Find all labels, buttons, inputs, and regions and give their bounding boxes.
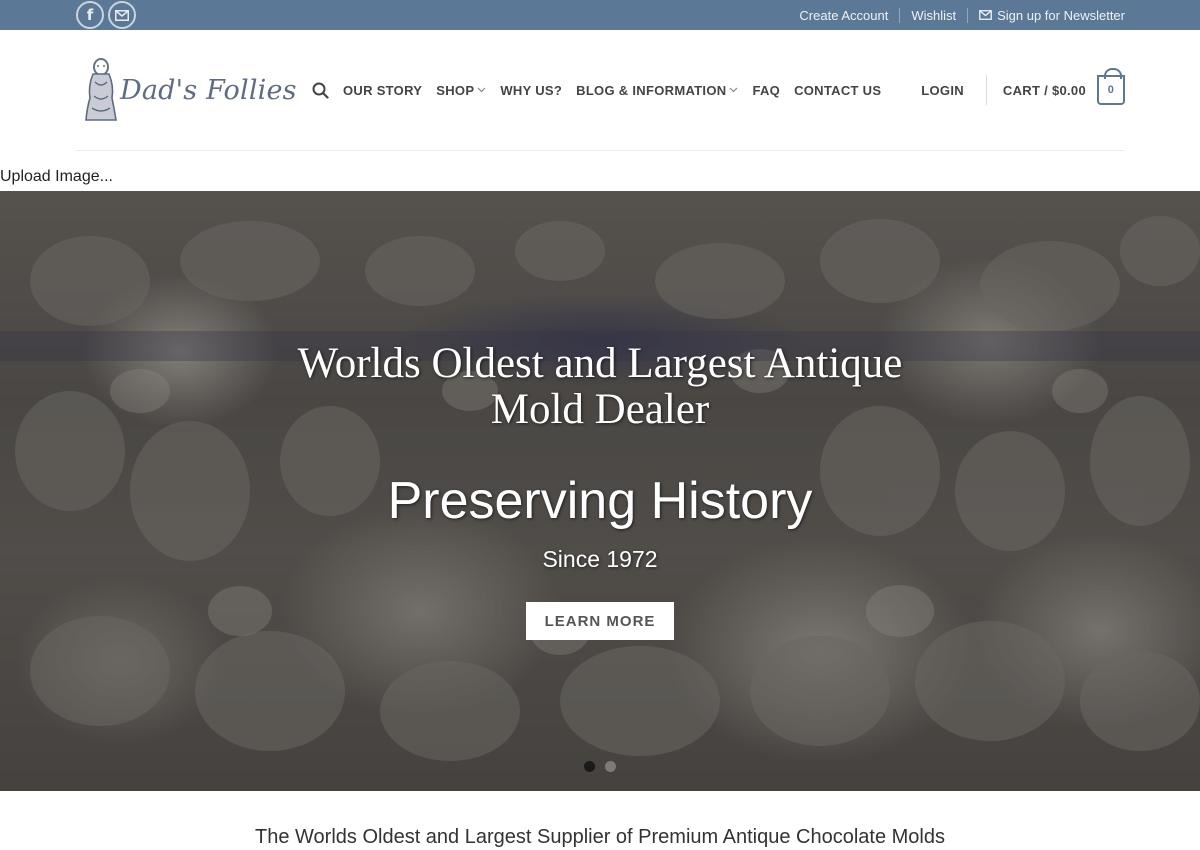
nav-our-story[interactable]: OUR STORY <box>343 83 422 98</box>
nav-blog-information[interactable]: BLOG & INFORMATION <box>576 83 738 98</box>
wishlist-label: Wishlist <box>911 7 957 23</box>
nav-label: CONTACT US <box>794 82 882 98</box>
upload-image-text: Upload Image... <box>0 168 113 185</box>
cart-label: CART / $0.00 <box>1002 82 1086 98</box>
site-header: Dad's Follies OUR STORY SHOP WHY US? BLO… <box>0 30 1200 151</box>
divider <box>985 75 987 105</box>
chevron-down-icon <box>729 87 738 93</box>
search-icon <box>312 82 329 99</box>
chevron-down-icon <box>477 87 486 93</box>
cart-bag-icon: 0 <box>1097 68 1125 105</box>
hero-subheading: Since 1972 <box>542 546 658 572</box>
logo-text: Dad's Follies <box>120 74 297 106</box>
header-divider <box>75 150 1125 151</box>
nav-label: WHY US? <box>500 82 563 98</box>
nav-faq[interactable]: FAQ <box>752 83 780 98</box>
hero-content: Worlds Oldest and Largest Antique Mold D… <box>0 191 1200 791</box>
slider-dot[interactable] <box>605 761 616 772</box>
email-icon <box>115 9 129 21</box>
account-nav: LOGIN CART / $0.00 0 <box>921 30 1125 150</box>
search-button[interactable] <box>312 82 329 99</box>
social-links: f <box>76 1 136 29</box>
nav-shop[interactable]: SHOP <box>436 83 486 98</box>
facebook-link[interactable]: f <box>76 1 104 29</box>
nav-why-us[interactable]: WHY US? <box>500 83 562 98</box>
slider-dots <box>0 761 1200 772</box>
email-link[interactable] <box>108 1 136 29</box>
newsletter-label: Sign up for Newsletter <box>997 7 1125 23</box>
login-link[interactable]: LOGIN <box>921 83 964 98</box>
nav-label: FAQ <box>752 82 781 98</box>
learn-more-button[interactable]: LEARN MORE <box>526 602 674 640</box>
slider-dot[interactable] <box>584 761 595 772</box>
nav-label: SHOP <box>436 82 475 98</box>
wishlist-link[interactable]: Wishlist <box>900 8 967 23</box>
hero-heading: Preserving History <box>387 472 813 530</box>
site-logo[interactable]: Dad's Follies <box>84 58 297 122</box>
cart-count: 0 <box>1107 84 1115 96</box>
logo-figure-icon <box>84 58 118 122</box>
hero-title: Worlds Oldest and Largest Antique Mold D… <box>297 340 903 433</box>
nav-label: OUR STORY <box>343 82 423 98</box>
create-account-label: Create Account <box>799 7 889 23</box>
nav-contact-us[interactable]: CONTACT US <box>794 83 881 98</box>
nav-label: BLOG & INFORMATION <box>576 82 727 98</box>
hero-slider: Worlds Oldest and Largest Antique Mold D… <box>0 191 1200 791</box>
cart-link[interactable]: CART / $0.00 0 <box>1002 68 1125 105</box>
top-bar: f Create Account Wishlist Sign up for Ne… <box>0 0 1200 30</box>
facebook-icon: f <box>86 6 94 24</box>
newsletter-link[interactable]: Sign up for Newsletter <box>968 8 1125 23</box>
main-nav: OUR STORY SHOP WHY US? BLOG & INFORMATIO… <box>312 30 895 150</box>
tagline: The Worlds Oldest and Largest Supplier o… <box>255 826 945 848</box>
top-links: Create Account Wishlist Sign up for News… <box>788 0 1125 30</box>
create-account-link[interactable]: Create Account <box>788 8 899 23</box>
envelope-icon <box>979 10 992 20</box>
